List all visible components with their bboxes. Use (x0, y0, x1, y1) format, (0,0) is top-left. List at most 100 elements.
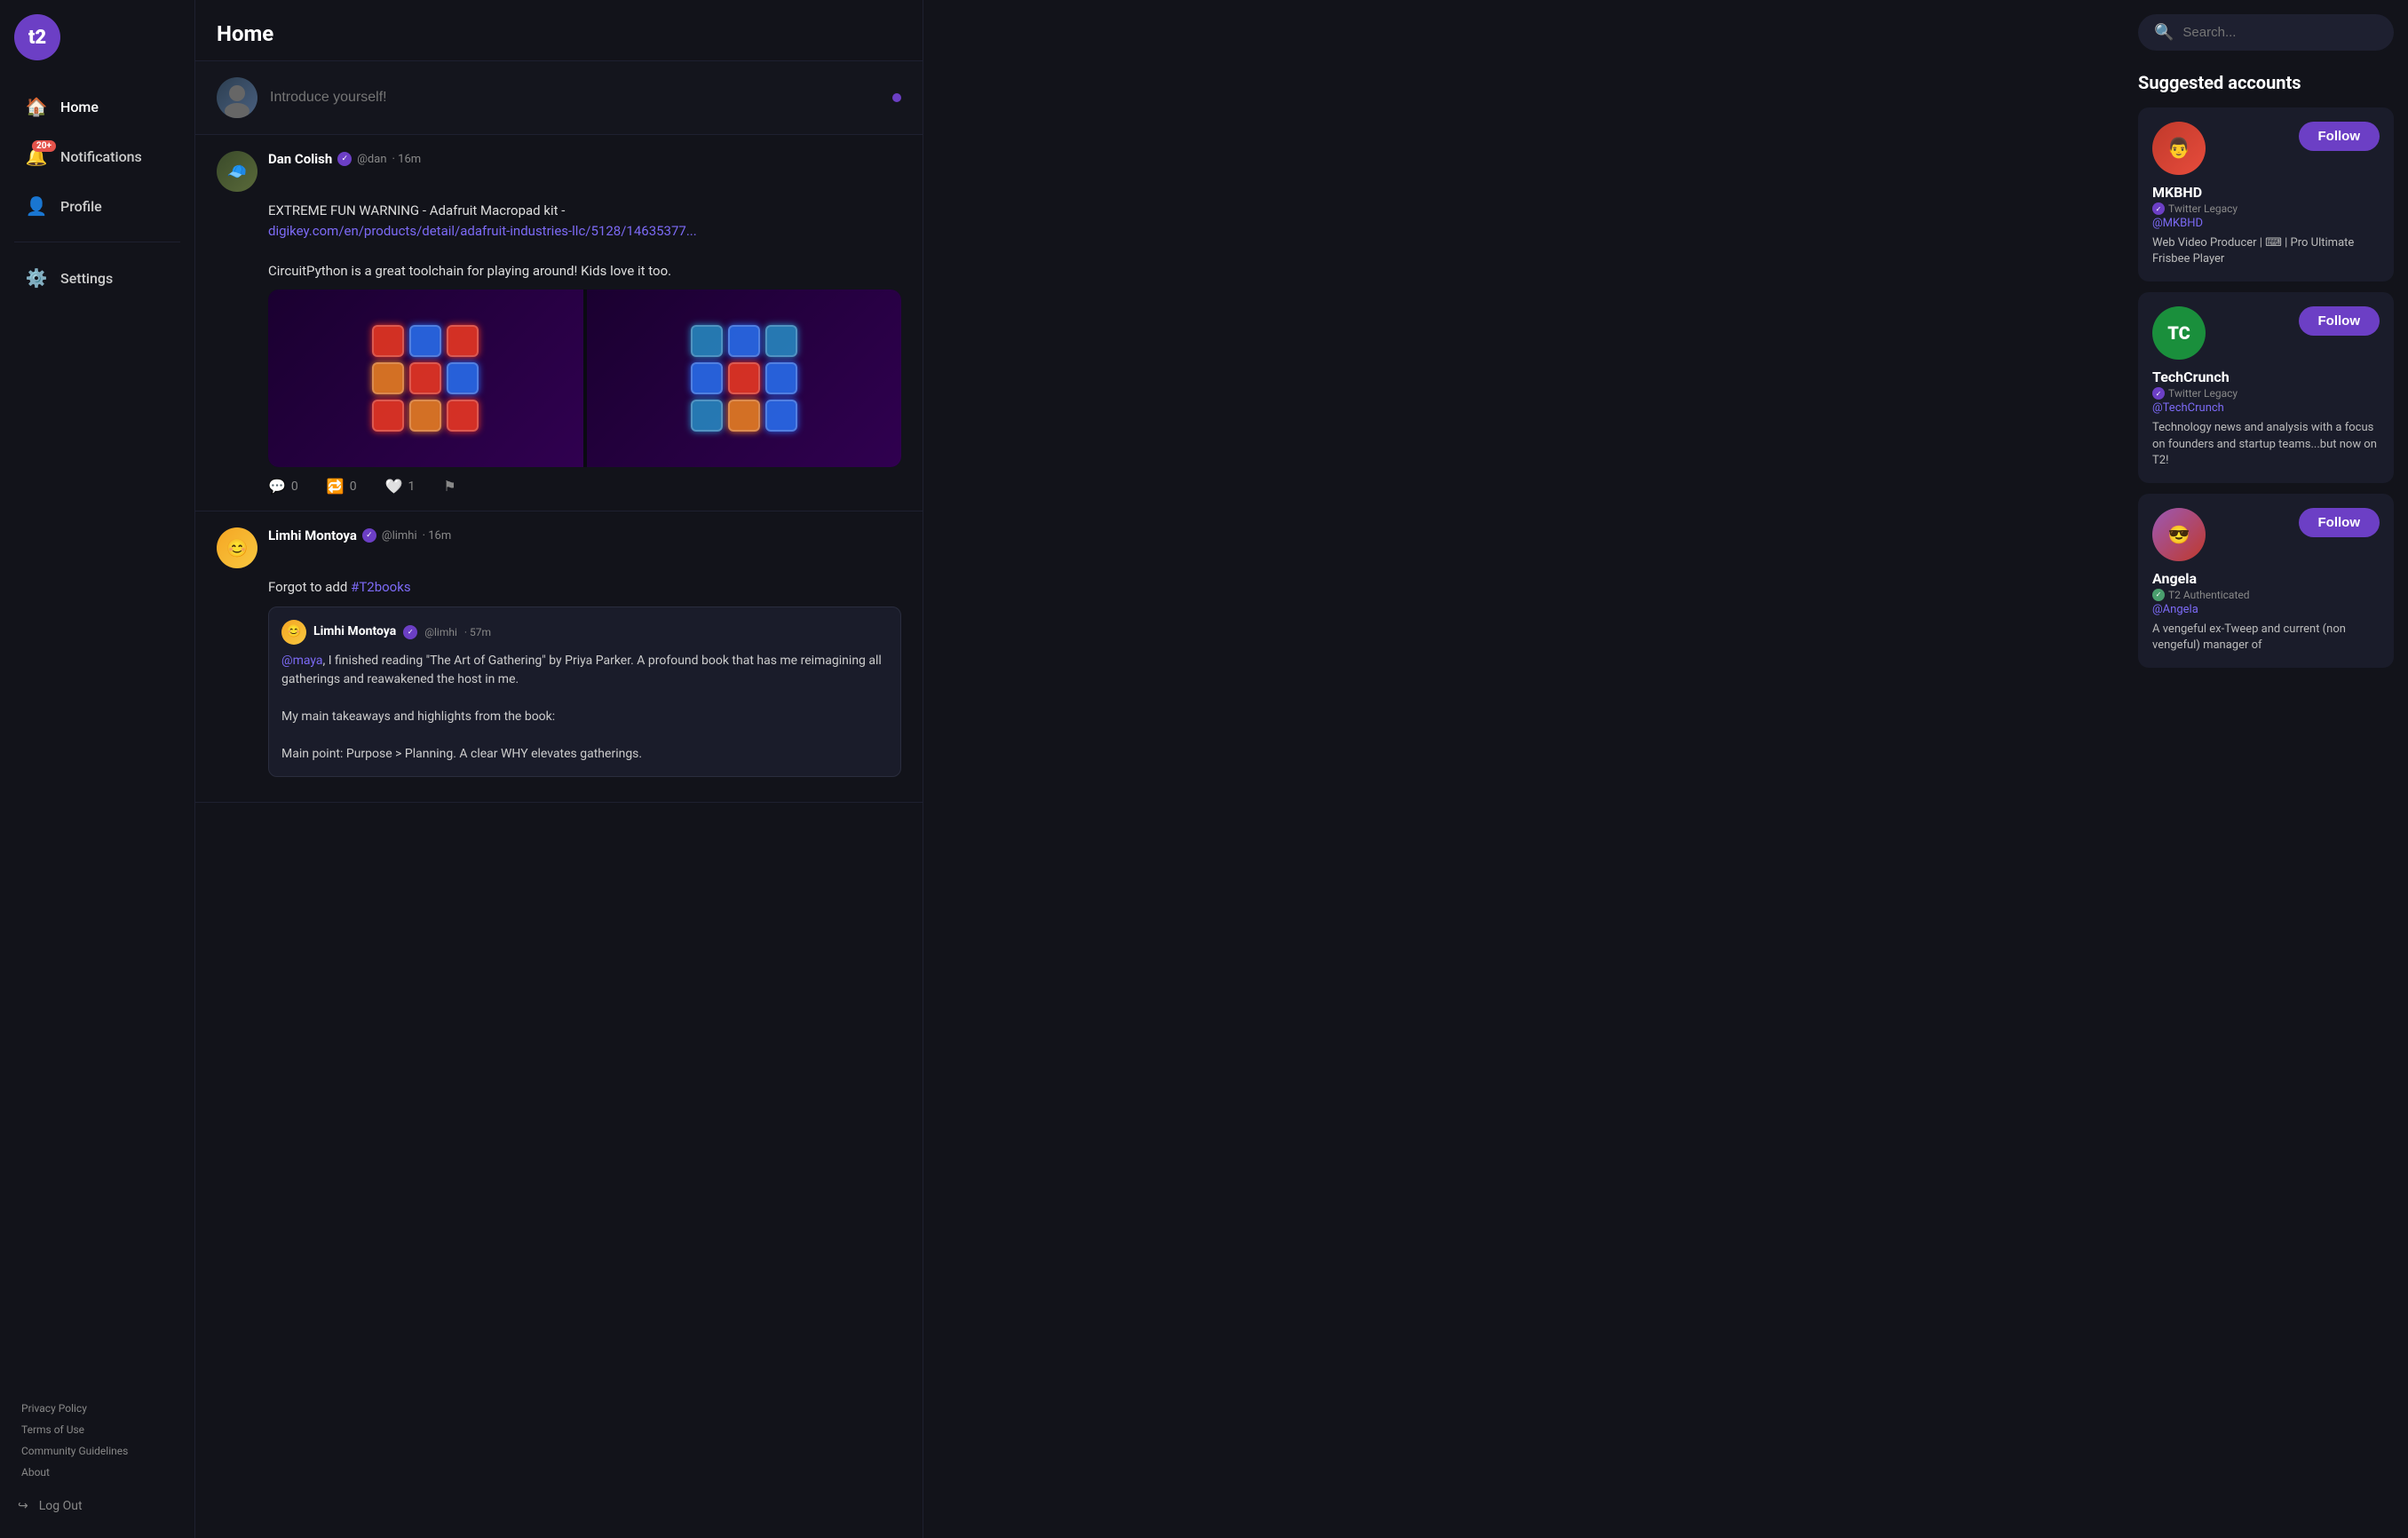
suggested-avatar[interactable]: 😎 (2152, 508, 2206, 561)
suggested-card-top: 👨 Follow (2152, 122, 2380, 175)
suggested-avatar[interactable]: TC (2152, 306, 2206, 360)
suggested-handle[interactable]: @Angela (2152, 603, 2380, 616)
led-key (691, 325, 723, 357)
comment-count: 0 (291, 480, 298, 494)
community-guidelines-link[interactable]: Community Guidelines (18, 1442, 177, 1460)
suggested-name: TechCrunch (2152, 369, 2380, 385)
about-link[interactable]: About (18, 1463, 177, 1481)
app-logo[interactable]: t2 (14, 14, 60, 60)
terms-of-use-link[interactable]: Terms of Use (18, 1421, 177, 1439)
sidebar-footer: Privacy Policy Terms of Use Community Gu… (0, 1392, 194, 1524)
post-handle: @dan (357, 153, 386, 166)
led-key (372, 400, 404, 432)
post-images (268, 289, 901, 467)
post-meta: Limhi Montoya ✓ @limhi · 16m (268, 527, 901, 543)
page-title: Home (195, 0, 923, 61)
led-key (765, 362, 797, 394)
compose-box (195, 61, 923, 135)
led-key (409, 400, 441, 432)
follow-button-techcrunch[interactable]: Follow (2299, 306, 2380, 336)
suggested-name: MKBHD (2152, 184, 2380, 201)
led-key (372, 325, 404, 357)
post-handle: @limhi (382, 529, 417, 543)
nav-settings-label: Settings (60, 270, 113, 287)
quoted-verified: ✓ (403, 625, 417, 639)
post-text-prefix: Forgot to add (268, 579, 351, 595)
home-icon: 🏠 (25, 95, 48, 118)
follow-button-mkbhd[interactable]: Follow (2299, 122, 2380, 151)
post-text-line2: CircuitPython is a great toolchain for p… (268, 263, 671, 279)
notifications-badge: 20+ (32, 140, 56, 152)
suggested-avatar[interactable]: 👨 (2152, 122, 2206, 175)
led-key (728, 325, 760, 357)
led-key (409, 325, 441, 357)
quoted-author: Limhi Montoya (313, 622, 396, 641)
nav-notifications-label: Notifications (60, 148, 142, 165)
nav-notifications[interactable]: 🔔 20+ Notifications (7, 133, 187, 179)
dan-avatar: 🧢 (217, 151, 257, 192)
post-hashtag[interactable]: #T2books (351, 579, 411, 595)
post-header: 🧢 Dan Colish ✓ @dan · 16m (217, 151, 901, 192)
repost-icon: 🔁 (327, 478, 345, 495)
led-key (372, 362, 404, 394)
quoted-body3: Main point: Purpose > Planning. A clear … (281, 747, 642, 761)
compose-input[interactable] (270, 90, 880, 106)
suggested-account-card: 😎 Follow Angela ✓ T2 Authenticated @Ange… (2138, 494, 2394, 668)
follow-button-angela[interactable]: Follow (2299, 508, 2380, 537)
post-avatar[interactable]: 🧢 (217, 151, 257, 192)
privacy-policy-link[interactable]: Privacy Policy (18, 1399, 177, 1417)
post-author-name: Limhi Montoya (268, 527, 357, 543)
led-grid-left (361, 314, 489, 442)
suggested-bio: A vengeful ex-Tweep and current (non ven… (2152, 622, 2380, 654)
post-time: · 16m (392, 153, 422, 166)
repost-count: 0 (350, 480, 357, 494)
post-author-name: Dan Colish (268, 151, 332, 167)
repost-action[interactable]: 🔁 0 (327, 478, 357, 495)
search-input[interactable] (2182, 25, 2378, 40)
nav-home[interactable]: 🏠 Home (7, 83, 187, 130)
sidebar: t2 🏠 Home 🔔 20+ Notifications 👤 Profile … (0, 0, 195, 1538)
quoted-mention[interactable]: @maya (281, 654, 323, 668)
angela-avatar: 😎 (2152, 508, 2206, 561)
logout-label: Log Out (39, 1499, 83, 1513)
nav-home-label: Home (60, 99, 99, 115)
comment-action[interactable]: 💬 0 (268, 478, 298, 495)
led-key (765, 400, 797, 432)
quoted-avatar-img: 😊 (281, 620, 306, 645)
led-key (447, 325, 479, 357)
nav-profile[interactable]: 👤 Profile (7, 183, 187, 229)
post-item: 😊 Limhi Montoya ✓ @limhi · 16m Forgot to… (195, 511, 923, 803)
suggested-badge: ✓ Twitter Legacy (2152, 202, 2380, 215)
suggested-handle[interactable]: @MKBHD (2152, 217, 2380, 230)
post-image-right (587, 289, 902, 467)
compose-avatar (217, 77, 257, 118)
led-key (765, 325, 797, 357)
suggested-bio: Web Video Producer | ⌨ | Pro Ultimate Fr… (2152, 235, 2380, 267)
post-header: 😊 Limhi Montoya ✓ @limhi · 16m (217, 527, 901, 568)
like-count: 1 (408, 480, 416, 494)
badge-icon-t2: ✓ (2152, 589, 2165, 601)
led-key (409, 362, 441, 394)
post-meta: Dan Colish ✓ @dan · 16m (268, 151, 901, 167)
post-actions: 💬 0 🔁 0 🤍 1 ⚑ (268, 478, 901, 495)
led-key (691, 400, 723, 432)
logout-icon: ↪ (18, 1499, 28, 1513)
led-key (728, 362, 760, 394)
post-item: 🧢 Dan Colish ✓ @dan · 16m EXTREME FUN WA… (195, 135, 923, 511)
post-link[interactable]: digikey.com/en/products/detail/adafruit-… (268, 223, 697, 239)
suggested-handle[interactable]: @TechCrunch (2152, 401, 2380, 415)
nav-settings[interactable]: ⚙️ Settings (7, 255, 187, 301)
suggested-account-card: 👨 Follow MKBHD ✓ Twitter Legacy @MKBHD W… (2138, 107, 2394, 281)
footer-links: Privacy Policy Terms of Use Community Gu… (11, 1392, 184, 1488)
bookmark-action[interactable]: ⚑ (443, 478, 455, 495)
suggested-account-card: TC Follow TechCrunch ✓ Twitter Legacy @T… (2138, 292, 2394, 483)
led-key (447, 362, 479, 394)
suggested-accounts-title: Suggested accounts (2138, 72, 2394, 93)
badge-label: T2 Authenticated (2168, 589, 2250, 601)
search-bar: 🔍 (2138, 14, 2394, 51)
like-action[interactable]: 🤍 1 (385, 478, 416, 495)
post-avatar[interactable]: 😊 (217, 527, 257, 568)
logout-item[interactable]: ↪ Log Out (11, 1488, 184, 1524)
settings-icon: ⚙️ (25, 266, 48, 289)
quoted-header: 😊 Limhi Montoya ✓ @limhi · 57m (281, 620, 888, 645)
